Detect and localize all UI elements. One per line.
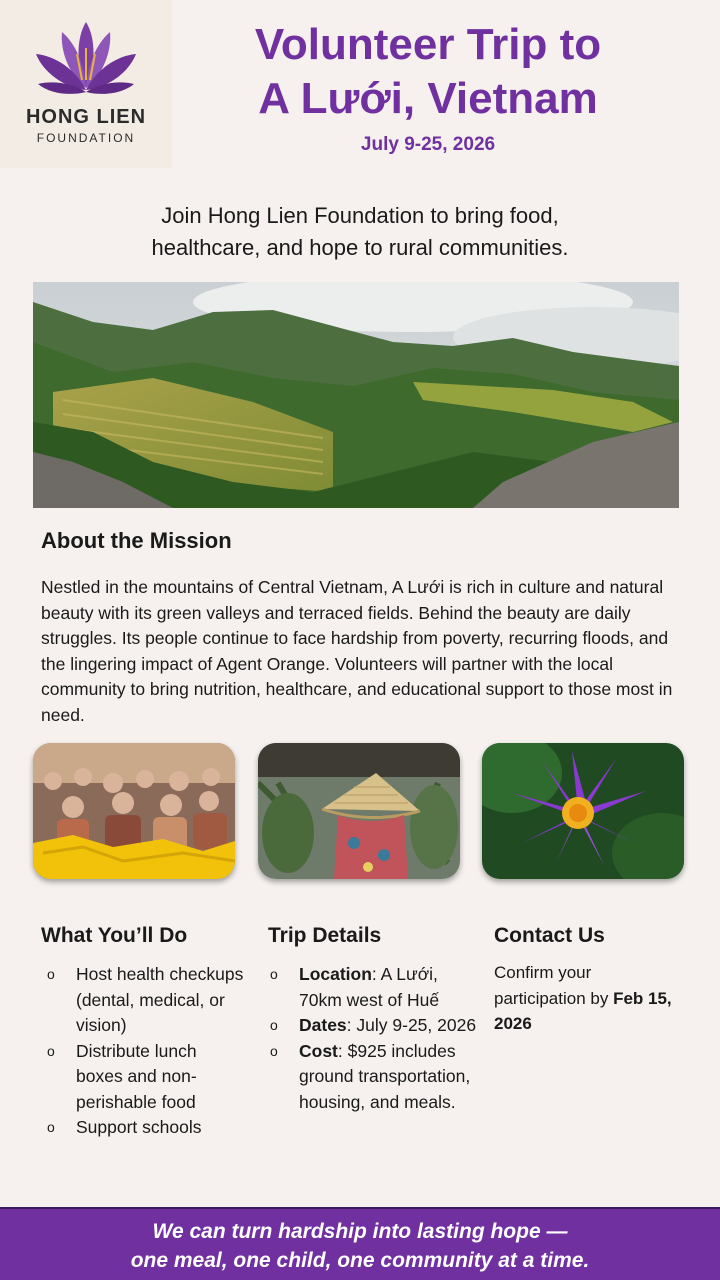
- contact-text: Confirm your participation by Feb 15, 20…: [494, 960, 684, 1037]
- bullet-icon: o: [47, 1119, 55, 1135]
- list-item: o Cost: $925 includes ground transportati…: [264, 1039, 479, 1116]
- hero-landscape-photo: [33, 282, 679, 508]
- intro-line-1: Join Hong Lien Foundation to bring food,: [161, 203, 559, 228]
- intro-text: Join Hong Lien Foundation to bring food,…: [60, 200, 660, 264]
- water-lily-photo: [482, 743, 684, 879]
- elderly-group-photo: [33, 743, 235, 879]
- contact-heading: Contact Us: [494, 924, 605, 947]
- title-line-1: Volunteer Trip to: [254, 20, 602, 69]
- list-item: o Dates: July 9-25, 2026: [264, 1013, 479, 1039]
- bullet-icon: o: [47, 1042, 55, 1059]
- bullet-icon: o: [47, 966, 55, 982]
- foundation-logo: HONG LIEN FOUNDATION: [0, 0, 172, 168]
- footer-line-2: one meal, one child, one community at a …: [130, 1249, 590, 1272]
- detail-label: Location: [299, 964, 372, 984]
- contact-prompt: Confirm your participation by: [494, 963, 614, 1008]
- footer-banner: We can turn hardship into lasting hope —…: [0, 1207, 720, 1280]
- logo-subtitle: FOUNDATION: [36, 131, 136, 145]
- page-title: Volunteer Trip to A Lưới, Vietnam: [178, 18, 678, 126]
- list-item: o Support schools: [41, 1115, 246, 1141]
- intro-line-2: healthcare, and hope to rural communitie…: [151, 235, 569, 260]
- lotus-icon: [36, 22, 136, 94]
- bullet-icon: o: [270, 966, 278, 982]
- list-item: o Host health checkups (dental, medical, …: [41, 962, 246, 1039]
- trip-details-heading: Trip Details: [268, 924, 382, 947]
- list-item: o Location: A Lưới, 70km west of Huế: [264, 962, 479, 1013]
- list-item-text: Host health checkups (dental, medical, o…: [76, 964, 244, 1035]
- detail-value: : July 9-25, 2026: [346, 1015, 477, 1035]
- about-body: Nestled in the mountains of Central Viet…: [41, 577, 673, 725]
- list-item-text: Distribute lunch boxes and non-perishabl…: [76, 1040, 197, 1112]
- list-item: o Distribute lunch boxes and non-perishab…: [41, 1039, 246, 1116]
- what-you-do-heading: What You’ll Do: [41, 924, 188, 947]
- title-line-2: A Lưới, Vietnam: [258, 74, 598, 123]
- logo-name: HONG LIEN: [25, 106, 147, 128]
- detail-label: Cost: [299, 1040, 338, 1061]
- bullet-icon: o: [270, 1042, 278, 1059]
- conical-hat-photo: [258, 743, 460, 879]
- about-heading: About the Mission: [41, 528, 232, 553]
- list-item-text: Support schools: [76, 1117, 202, 1137]
- detail-label: Dates: [299, 1015, 347, 1035]
- what-you-do-list: o Host health checkups (dental, medical, …: [41, 962, 246, 1141]
- trip-details-list: o Location: A Lưới, 70km west of Huế o Dat…: [264, 962, 479, 1115]
- footer-line-1: We can turn hardship into lasting hope —: [152, 1220, 568, 1243]
- trip-dates: July 9-25, 2026: [360, 134, 496, 155]
- bullet-icon: o: [270, 1017, 278, 1033]
